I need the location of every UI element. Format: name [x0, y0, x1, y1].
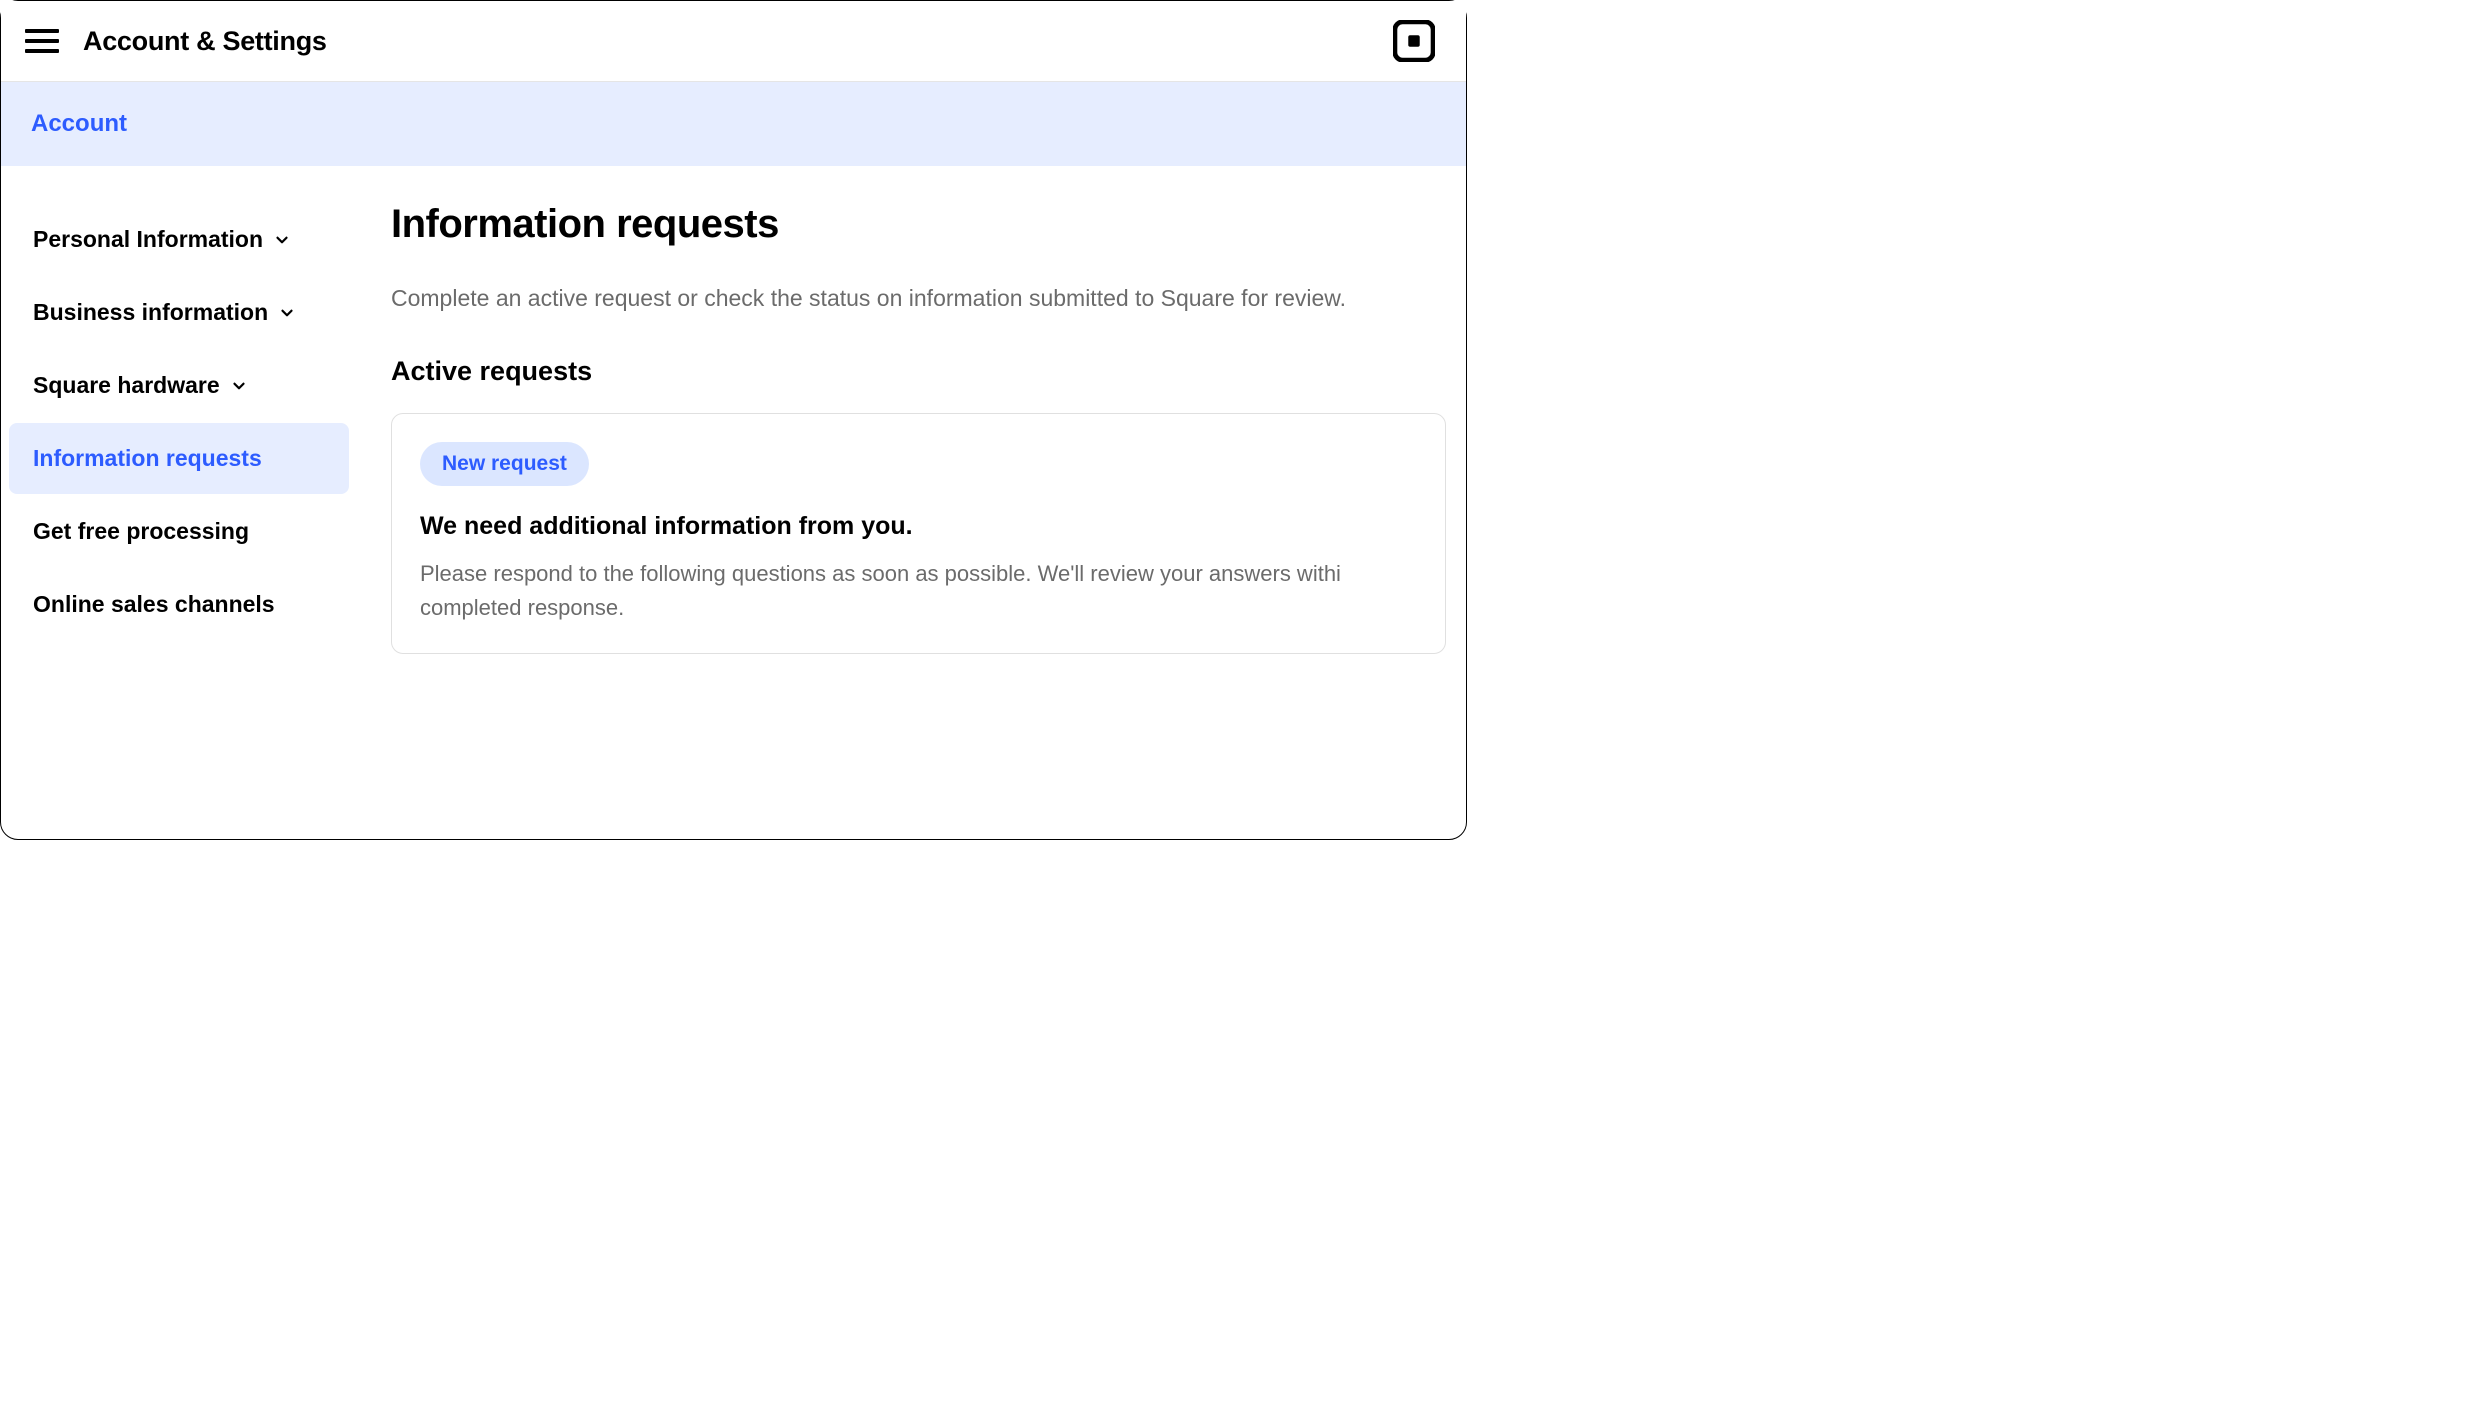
tab-bar: Account [1, 82, 1466, 166]
header-left: Account & Settings [25, 24, 327, 58]
sidebar-item-personal-information[interactable]: Personal Information [9, 204, 349, 275]
main-content: Information requests Complete an active … [361, 202, 1466, 654]
square-logo-icon[interactable] [1392, 19, 1436, 63]
sidebar-item-online-sales-channels[interactable]: Online sales channels [9, 569, 349, 640]
page-title: Information requests [391, 202, 1446, 247]
request-card[interactable]: New request We need additional informati… [391, 413, 1446, 654]
sidebar-item-information-requests[interactable]: Information requests [9, 423, 349, 494]
header-title: Account & Settings [83, 26, 327, 57]
sidebar-item-square-hardware[interactable]: Square hardware [9, 350, 349, 421]
card-heading: We need additional information from you. [420, 512, 1417, 541]
chevron-down-icon [278, 304, 296, 322]
sidebar: Personal Information Business informatio… [1, 202, 361, 654]
header: Account & Settings [1, 1, 1466, 82]
chevron-down-icon [273, 231, 291, 249]
sidebar-item-business-information[interactable]: Business information [9, 277, 349, 348]
hamburger-menu-icon[interactable] [25, 24, 59, 58]
sidebar-item-label: Square hardware [33, 372, 220, 399]
active-requests-heading: Active requests [391, 356, 1446, 387]
sidebar-item-label: Get free processing [33, 518, 249, 545]
sidebar-item-label: Business information [33, 299, 268, 326]
chevron-down-icon [230, 377, 248, 395]
sidebar-item-label: Personal Information [33, 226, 263, 253]
sidebar-item-label: Information requests [33, 445, 262, 472]
new-request-pill: New request [420, 442, 589, 486]
sidebar-item-get-free-processing[interactable]: Get free processing [9, 496, 349, 567]
sidebar-item-label: Online sales channels [33, 591, 275, 618]
body-area: Personal Information Business informatio… [1, 166, 1466, 654]
card-body: Please respond to the following question… [420, 557, 1417, 625]
page-subtitle: Complete an active request or check the … [391, 285, 1446, 312]
tab-account[interactable]: Account [31, 110, 127, 137]
